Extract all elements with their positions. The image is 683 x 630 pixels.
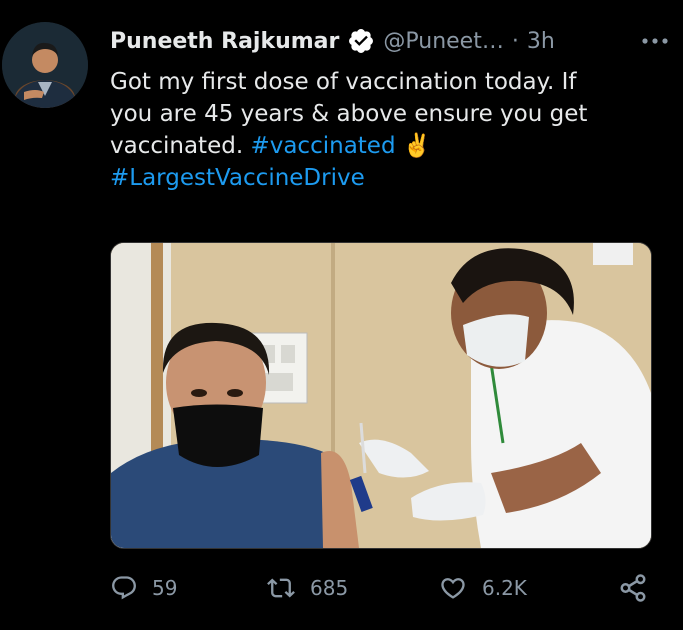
retweet-icon [267, 578, 295, 598]
avatar-image [2, 22, 88, 108]
author-avatar[interactable] [2, 22, 88, 108]
share-icon [620, 574, 646, 602]
hashtag-vaccinated[interactable]: #vaccinated [250, 133, 395, 159]
author-handle[interactable]: @Puneet… [383, 29, 503, 54]
tweet-text: Got my first dose of vaccination today. … [110, 66, 670, 194]
tweet-text-line-2: you are 45 years & above ensure you get [110, 101, 588, 127]
reply-count: 59 [152, 576, 178, 600]
share-button[interactable] [618, 572, 648, 604]
tweet-text-line-1: Got my first dose of vaccination today. … [110, 69, 577, 95]
vaccination-photo-image [111, 243, 651, 548]
tweet-actions: 59 685 6.2K [110, 572, 650, 604]
like-icon [441, 578, 465, 599]
reply-icon [112, 576, 136, 600]
like-count: 6.2K [482, 576, 527, 600]
reply-button[interactable]: 59 [110, 572, 177, 604]
victory-hand-emoji: ✌️ [402, 133, 432, 159]
more-options-icon[interactable] [641, 24, 669, 58]
verified-badge-icon [347, 27, 375, 55]
separator-dot: · [511, 28, 519, 54]
like-button[interactable]: 6.2K [438, 572, 527, 604]
tweet-text-line-3: vaccinated. #vaccinated ✌️ [110, 130, 670, 162]
tweet-header: Puneeth Rajkumar @Puneet… · 3h [110, 24, 669, 58]
retweet-button[interactable]: 685 [266, 572, 348, 604]
retweet-count: 685 [310, 576, 349, 600]
tweet-photo[interactable] [110, 242, 652, 549]
tweet-text-prefix: vaccinated. [110, 133, 244, 159]
hashtag-largest-vaccine-drive[interactable]: #LargestVaccineDrive [110, 162, 670, 194]
tweet-timestamp[interactable]: 3h [527, 29, 555, 54]
author-name[interactable]: Puneeth Rajkumar [110, 29, 339, 54]
